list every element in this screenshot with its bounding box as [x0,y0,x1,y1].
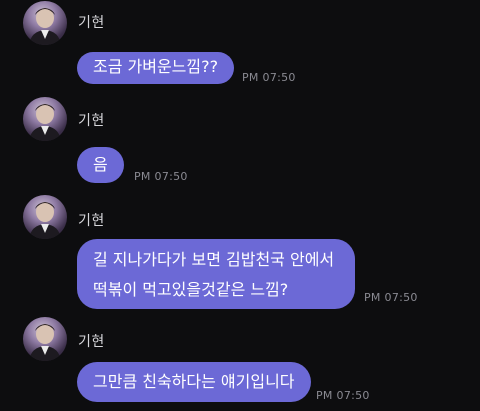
message-text: 그만큼 친숙하다는 얘기입니다 [93,372,295,391]
message-text: 조금 가벼운느낌?? [93,57,219,76]
message-bubble[interactable]: 길 지나가다가 보면 김밥천국 안에서 떡볶이 먹고있을것같은 느낌? [77,239,355,309]
avatar[interactable] [23,317,67,361]
message-timestamp: PM 07:50 [242,71,296,84]
message-text: 음 [93,155,108,174]
avatar-photo-icon [29,202,61,239]
message-timestamp: PM 07:50 [316,389,370,402]
message-text-line: 길 지나가다가 보면 김밥천국 안에서 [93,250,335,269]
avatar-photo-icon [29,324,61,361]
avatar-photo-icon [29,8,61,45]
sender-name: 기현 [78,15,105,31]
avatar[interactable] [23,195,67,239]
avatar[interactable] [23,1,67,45]
message-bubble[interactable]: 그만큼 친숙하다는 얘기입니다 [77,362,311,402]
avatar[interactable] [23,97,67,141]
message-timestamp: PM 07:50 [364,291,418,304]
message-bubble[interactable]: 조금 가벼운느낌?? [77,52,235,84]
message-timestamp: PM 07:50 [134,170,188,183]
message-bubble[interactable]: 음 [77,147,124,183]
sender-name: 기현 [78,334,105,350]
sender-name: 기현 [78,213,105,229]
chat-log: 기현 조금 가벼운느낌?? PM 07:50 기현 음 PM 07:50 기현 … [0,0,480,411]
sender-name: 기현 [78,113,105,129]
message-text-line: 떡볶이 먹고있을것같은 느낌? [93,280,289,299]
avatar-photo-icon [29,104,61,141]
